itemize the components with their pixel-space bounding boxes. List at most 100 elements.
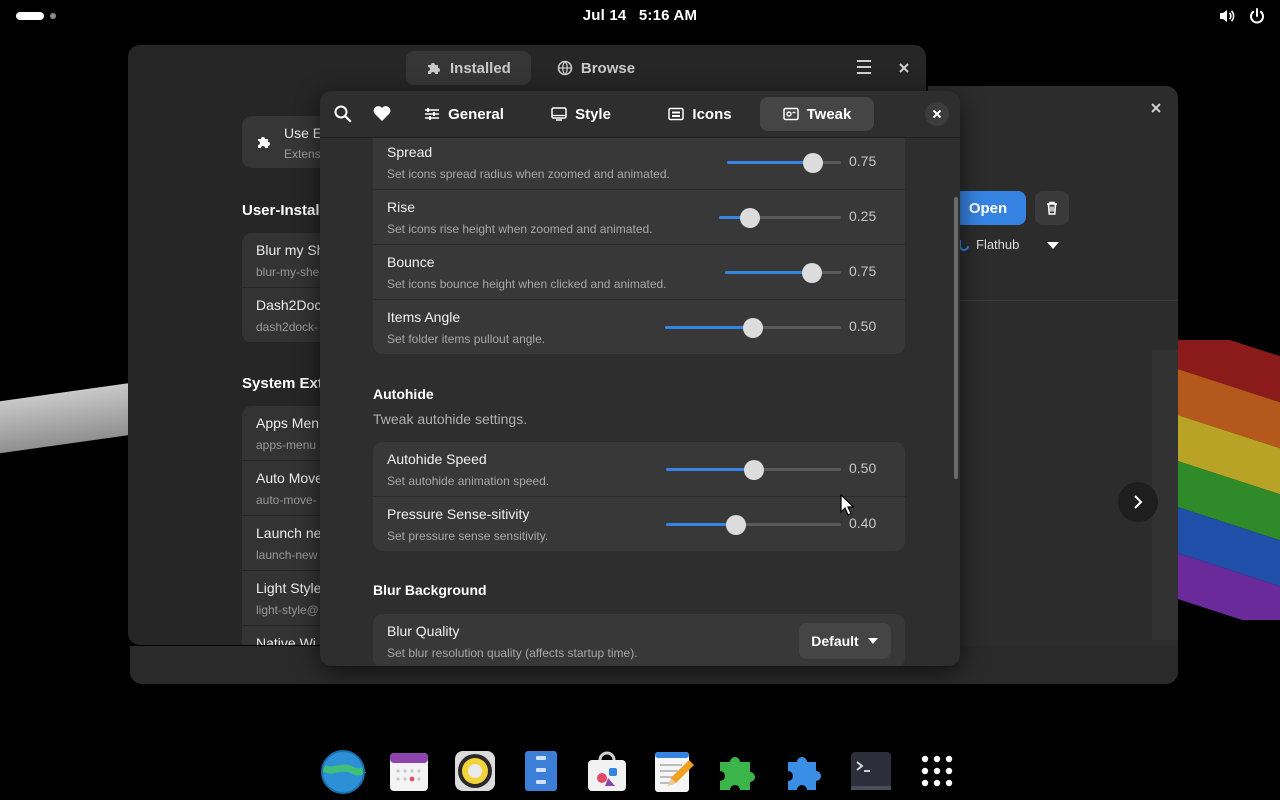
setting-title: Items Angle <box>387 309 461 325</box>
setting-value: 0.40 <box>849 515 877 531</box>
slider-handle[interactable] <box>743 460 764 480</box>
setting-value: 0.50 <box>849 460 877 476</box>
puzzle-icon <box>428 63 440 74</box>
wallpaper-rainbow <box>1170 340 1280 620</box>
terminal-icon[interactable] <box>848 748 894 794</box>
ext-name: Launch ne <box>256 525 322 541</box>
autohide-settings-group: Autohide Speed Set autohide animation sp… <box>373 442 905 551</box>
scrollbar[interactable] <box>954 197 958 479</box>
close-icon <box>932 109 942 119</box>
tab-installed-label: Installed <box>450 59 511 77</box>
divider <box>930 300 1178 301</box>
volume-icon[interactable] <box>1218 7 1236 25</box>
back-window-tabs: Installed Browse <box>406 51 655 85</box>
tab-tweak[interactable]: Tweak <box>760 97 874 131</box>
source-label: Flathub <box>976 237 1020 252</box>
setting-row-blur-quality: Blur Quality Set blur resolution quality… <box>373 614 905 666</box>
setting-row-autohide-speed: Autohide Speed Set autohide animation sp… <box>373 442 905 497</box>
dialog-header: General Style Icons Tweak <box>320 91 960 138</box>
setting-value: 0.75 <box>849 263 877 279</box>
tab-style-label: Style <box>575 105 611 123</box>
slider-handle[interactable] <box>802 263 822 283</box>
setting-subtitle: Set icons bounce height when clicked and… <box>387 277 667 291</box>
list-item[interactable]: Native Wi <box>242 626 332 645</box>
user-installed-list: Blur my Sh blur-my-she Dash2Doc dash2doc… <box>242 233 332 343</box>
chevron-down-icon[interactable] <box>1046 240 1060 250</box>
app-grid-icon[interactable] <box>914 748 960 794</box>
search-icon[interactable] <box>333 104 352 123</box>
heart-icon[interactable] <box>372 104 392 123</box>
slider-handle[interactable] <box>743 318 763 338</box>
user-installed-header: User-Install <box>242 202 324 219</box>
sliders-icon <box>425 108 440 120</box>
system-extensions-list: Apps Men apps-menu Auto Move auto-move- … <box>242 406 332 645</box>
setting-row-spread: Spread Set icons spread radius when zoom… <box>373 135 905 190</box>
dropdown-value: Default <box>811 633 859 649</box>
tab-icons[interactable]: Icons <box>656 97 744 131</box>
clock-date: Jul 14 <box>582 7 627 24</box>
ext-name: Native Wi <box>256 635 316 645</box>
clock[interactable]: Jul 14 5:16 AM <box>0 7 1280 24</box>
slider-fill <box>665 326 753 329</box>
tab-browse[interactable]: Browse <box>537 51 655 85</box>
setting-title: Spread <box>387 144 433 160</box>
setting-subtitle: Set autohide animation speed. <box>387 474 550 488</box>
tab-installed[interactable]: Installed <box>406 51 531 85</box>
setting-value: 0.75 <box>849 153 877 169</box>
list-item[interactable]: Dash2Doc dash2dock- <box>242 288 332 343</box>
spread-slider[interactable] <box>727 152 841 173</box>
dash2dock-preferences-dialog: General Style Icons Tweak Spread Set ico… <box>320 91 960 666</box>
extensions-icon[interactable] <box>716 748 762 794</box>
list-item[interactable]: Apps Men apps-menu <box>242 406 332 461</box>
tab-general[interactable]: General <box>416 97 512 131</box>
calendar-icon[interactable] <box>386 748 432 794</box>
slider-handle[interactable] <box>726 515 746 535</box>
use-extensions-card[interactable]: Use E Extens <box>242 116 332 168</box>
music-player-icon[interactable] <box>452 748 498 794</box>
autohide-speed-slider[interactable] <box>666 459 841 480</box>
extension-manager-icon[interactable] <box>782 748 828 794</box>
icons-icon <box>668 107 685 121</box>
list-item[interactable]: Blur my Sh blur-my-she <box>242 233 332 288</box>
system-tray[interactable] <box>1218 7 1266 25</box>
pressure-sensitivity-slider[interactable] <box>666 514 841 535</box>
tab-style[interactable]: Style <box>536 97 626 131</box>
list-item[interactable]: Auto Move auto-move- <box>242 461 332 516</box>
text-editor-icon[interactable] <box>650 748 696 794</box>
next-screenshot-button[interactable] <box>1118 482 1158 522</box>
top-bar: Jul 14 5:16 AM <box>0 0 1280 32</box>
autohide-section-subtitle: Tweak autohide settings. <box>373 411 528 427</box>
rise-slider[interactable] <box>719 207 841 228</box>
setting-row-items-angle: Items Angle Set folder items pullout ang… <box>373 300 905 354</box>
slider-handle[interactable] <box>802 153 823 173</box>
setting-title: Pressure Sense-sitivity <box>387 506 530 522</box>
card-title: Use E <box>284 125 323 141</box>
ext-name: Apps Men <box>256 415 320 431</box>
software-store-icon[interactable] <box>584 748 630 794</box>
slider-fill <box>725 271 812 274</box>
power-icon[interactable] <box>1248 7 1266 25</box>
uninstall-button[interactable] <box>1035 191 1069 225</box>
list-item[interactable]: Light Style light-style@ <box>242 571 332 626</box>
hamburger-menu-icon[interactable] <box>855 56 873 78</box>
tab-icons-label: Icons <box>692 105 732 123</box>
items-angle-slider[interactable] <box>665 317 841 338</box>
list-item[interactable]: Launch ne launch-new <box>242 516 332 571</box>
setting-subtitle: Set icons rise height when zoomed and an… <box>387 222 653 236</box>
ext-id: light-style@ <box>256 603 319 617</box>
open-button[interactable]: Open <box>950 191 1026 225</box>
file-manager-icon[interactable] <box>518 748 564 794</box>
close-icon[interactable] <box>1146 98 1166 118</box>
card-subtitle: Extens <box>284 147 321 161</box>
setting-value: 0.25 <box>849 208 877 224</box>
dialog-close-button[interactable] <box>925 102 949 126</box>
animation-settings-group: Spread Set icons spread radius when zoom… <box>373 135 905 354</box>
mouse-cursor-icon <box>840 494 854 516</box>
bounce-slider[interactable] <box>725 262 841 283</box>
close-icon[interactable] <box>895 59 913 77</box>
blur-quality-dropdown[interactable]: Default <box>799 623 891 659</box>
setting-row-rise: Rise Set icons rise height when zoomed a… <box>373 190 905 245</box>
source-selector[interactable]: Flathub <box>958 237 1019 252</box>
web-browser-icon[interactable] <box>320 748 366 794</box>
slider-handle[interactable] <box>739 208 760 228</box>
